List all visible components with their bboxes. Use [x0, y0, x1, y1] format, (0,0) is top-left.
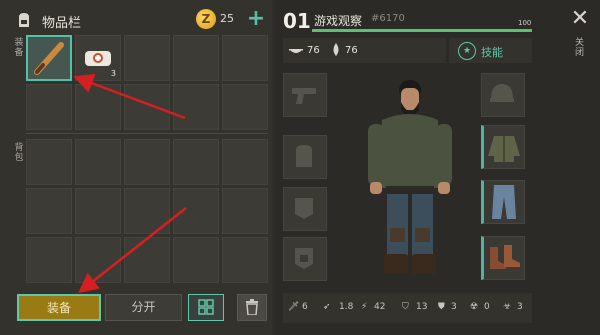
annotation-arrow-bat — [73, 73, 186, 120]
annotation-arrow-equip — [78, 207, 187, 294]
annotation-arrows — [73, 73, 187, 294]
